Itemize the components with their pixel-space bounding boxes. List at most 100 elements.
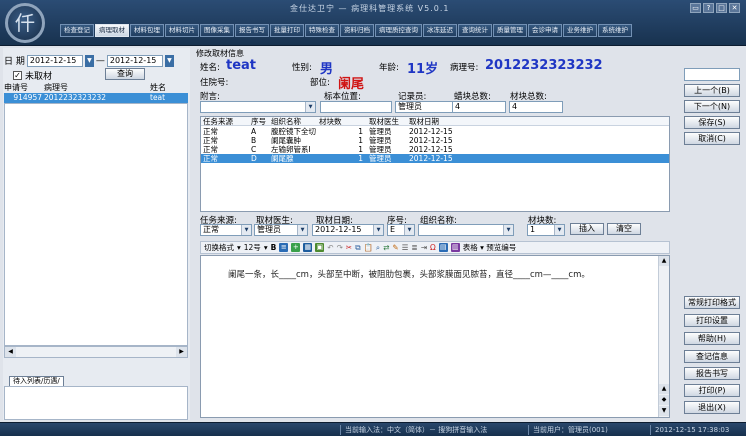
report-writing-button[interactable]: 报告书写 — [684, 367, 740, 380]
material-total-input[interactable]: 4 — [509, 101, 563, 113]
help-icon[interactable]: ? — [703, 3, 714, 13]
tab-special-exam[interactable]: 特殊检查 — [305, 24, 339, 37]
table-row[interactable]: 正常 A 腹腔镜下全切 1 管理员 2012-12-15 — [201, 127, 669, 136]
column-header[interactable]: 姓名 — [150, 82, 186, 93]
insert-button[interactable]: 插入 — [570, 223, 604, 235]
tab-qc-query[interactable]: 病理质控查询 — [375, 24, 422, 37]
chevron-down-icon[interactable]: ▾ — [237, 243, 241, 252]
align-icon[interactable]: ≡ — [279, 243, 289, 252]
clear-button[interactable]: 清空 — [607, 223, 641, 235]
maximize-icon[interactable]: □ — [716, 3, 727, 13]
print-settings-button[interactable]: 打印设置 — [684, 314, 740, 327]
column-header[interactable]: 组织名称 — [269, 117, 317, 125]
column-header[interactable]: 任务来源 — [201, 117, 249, 125]
next-button[interactable]: 下一个(N) — [684, 100, 740, 113]
tab-quality[interactable]: 质量管理 — [493, 24, 527, 37]
scroll-up-page-icon[interactable]: ▲ — [659, 384, 669, 394]
tab-batch-print[interactable]: 批量打印 — [270, 24, 304, 37]
column-header[interactable]: 取材医生 — [367, 117, 407, 125]
close-icon[interactable]: ✕ — [729, 3, 740, 13]
chevron-down-icon[interactable]: ▾ — [264, 243, 268, 252]
record-info-button[interactable]: 查记信息 — [684, 350, 740, 363]
query-button[interactable]: 查询 — [105, 68, 145, 80]
report-editor[interactable]: 阑尾一条，长____cm，头部至中断，被阻肋包裹，头部浆膜面见脓苔，直径____… — [200, 255, 670, 418]
grid-icon[interactable]: ▤ — [438, 243, 448, 252]
list-icon[interactable]: ☰ — [402, 243, 409, 252]
date-from-field[interactable]: 2012-12-15 — [26, 54, 83, 67]
print-format-button[interactable]: 常规打印格式 — [684, 296, 740, 309]
insert-icon[interactable]: + — [291, 243, 301, 252]
sample-date-picker[interactable]: 2012-12-15 — [312, 224, 384, 236]
tab-consult[interactable]: 会诊申请 — [528, 24, 562, 37]
column-header[interactable]: 取材日期 — [407, 117, 487, 125]
table-icon[interactable]: ▦ — [303, 243, 313, 252]
column-header[interactable]: 序号 — [249, 117, 269, 125]
arrow-right-icon[interactable]: ▶ — [176, 347, 187, 357]
note-select[interactable] — [200, 101, 316, 113]
special-char-icon[interactable]: Ω — [430, 243, 436, 252]
chart-icon[interactable]: ▥ — [450, 243, 460, 252]
horizontal-scrollbar[interactable]: ◀ ▶ — [4, 346, 188, 358]
tab-image-capture[interactable]: 图像采集 — [200, 24, 234, 37]
chevron-down-icon[interactable]: ▼ — [164, 54, 174, 67]
scroll-down-page-icon[interactable]: ◆ — [659, 395, 669, 405]
indent-icon[interactable]: ⇥ — [421, 243, 427, 252]
tab-archive[interactable]: 资料归档 — [340, 24, 374, 37]
table-row-selected[interactable]: 正常 D 阑尾腺 1 管理员 2012-12-15 — [201, 154, 669, 163]
arrow-left-icon[interactable]: ◀ — [5, 347, 16, 357]
column-header[interactable]: 申请号 — [4, 82, 44, 93]
cut-icon[interactable]: ✂ — [346, 243, 352, 252]
bold-icon[interactable]: B — [271, 243, 277, 252]
count-select[interactable]: 1 — [527, 224, 565, 236]
arrow-down-icon[interactable]: ▼ — [659, 406, 669, 416]
tab-sectioning[interactable]: 材料切片 — [165, 24, 199, 37]
paste-icon[interactable]: 📋 — [364, 243, 373, 252]
source-select[interactable]: 正常 — [200, 224, 252, 236]
tab-pathology-sampling[interactable]: 病理取材 — [95, 24, 129, 37]
replace-icon[interactable]: ⇄ — [383, 243, 389, 252]
chevron-down-icon[interactable]: ▼ — [84, 54, 94, 67]
arrow-up-icon[interactable]: ▲ — [659, 256, 669, 266]
find-icon[interactable]: ⌕ — [376, 243, 380, 253]
seq-select[interactable]: E — [387, 224, 415, 236]
tab-report-writing[interactable]: 报告书写 — [235, 24, 269, 37]
tab-pending-list[interactable]: 待入列表/历遇/ — [9, 376, 64, 386]
cancel-button[interactable]: 取消(C) — [684, 132, 740, 145]
tab-frozen-delay[interactable]: 冰冻延迟 — [423, 24, 457, 37]
patient-list[interactable] — [4, 103, 188, 346]
undo-icon[interactable]: ↶ — [327, 243, 333, 252]
help-button[interactable]: 帮助(H) — [684, 332, 740, 345]
date-to-field[interactable]: 2012-12-15 — [106, 54, 163, 67]
editor-content[interactable]: 阑尾一条，长____cm，头部至中断，被阻肋包裹，头部浆膜面见脓苔，直径____… — [228, 268, 590, 280]
template-icon[interactable]: ✎ — [392, 243, 398, 252]
tab-check-register[interactable]: 检查登记 — [60, 24, 94, 37]
restore-icon[interactable]: ▭ — [690, 3, 701, 13]
copy-icon[interactable]: ⧉ — [355, 243, 360, 253]
table-row[interactable]: 正常 C 左输卵管系Ⅰ 1 管理员 2012-12-15 — [201, 145, 669, 154]
print-button[interactable]: 打印(P) — [684, 384, 740, 397]
tissue-table[interactable]: 任务来源 序号 组织名称 材块数 取材医生 取材日期 正常 A 腹腔镜下全切 1… — [200, 116, 670, 212]
not-sampled-filter[interactable]: ✓ 未取材 — [13, 69, 52, 82]
image-icon[interactable]: ▣ — [315, 243, 325, 252]
table-menu[interactable]: 表格 ▾ 预览编号 — [463, 242, 517, 253]
tab-statistics[interactable]: 查询统计 — [458, 24, 492, 37]
list-item[interactable]: 914957 2012232323232 teat — [4, 93, 188, 103]
tab-system[interactable]: 系统维护 — [598, 24, 632, 37]
right-info-field[interactable] — [684, 68, 740, 81]
column-header[interactable]: 材块数 — [317, 117, 367, 125]
format-mode-dropdown[interactable]: 切换格式 — [204, 242, 234, 253]
tab-embedding[interactable]: 材料包埋 — [130, 24, 164, 37]
previous-button[interactable]: 上一个(B) — [684, 84, 740, 97]
save-button[interactable]: 保存(S) — [684, 116, 740, 129]
tab-business[interactable]: 业务维护 — [563, 24, 597, 37]
location-input[interactable] — [320, 101, 392, 113]
font-size-dropdown[interactable]: 12号 — [244, 242, 261, 253]
checkbox-icon[interactable]: ✓ — [13, 71, 22, 80]
table-row[interactable]: 正常 B 阑尾囊肿 1 管理员 2012-12-15 — [201, 136, 669, 145]
doctor-select[interactable]: 管理员 — [254, 224, 308, 236]
exit-button[interactable]: 退出(X) — [684, 401, 740, 414]
redo-icon[interactable]: ↷ — [337, 243, 343, 252]
wax-total-input[interactable]: 4 — [452, 101, 506, 113]
tissue-select[interactable] — [418, 224, 514, 236]
column-header[interactable]: 病理号 — [44, 82, 150, 93]
